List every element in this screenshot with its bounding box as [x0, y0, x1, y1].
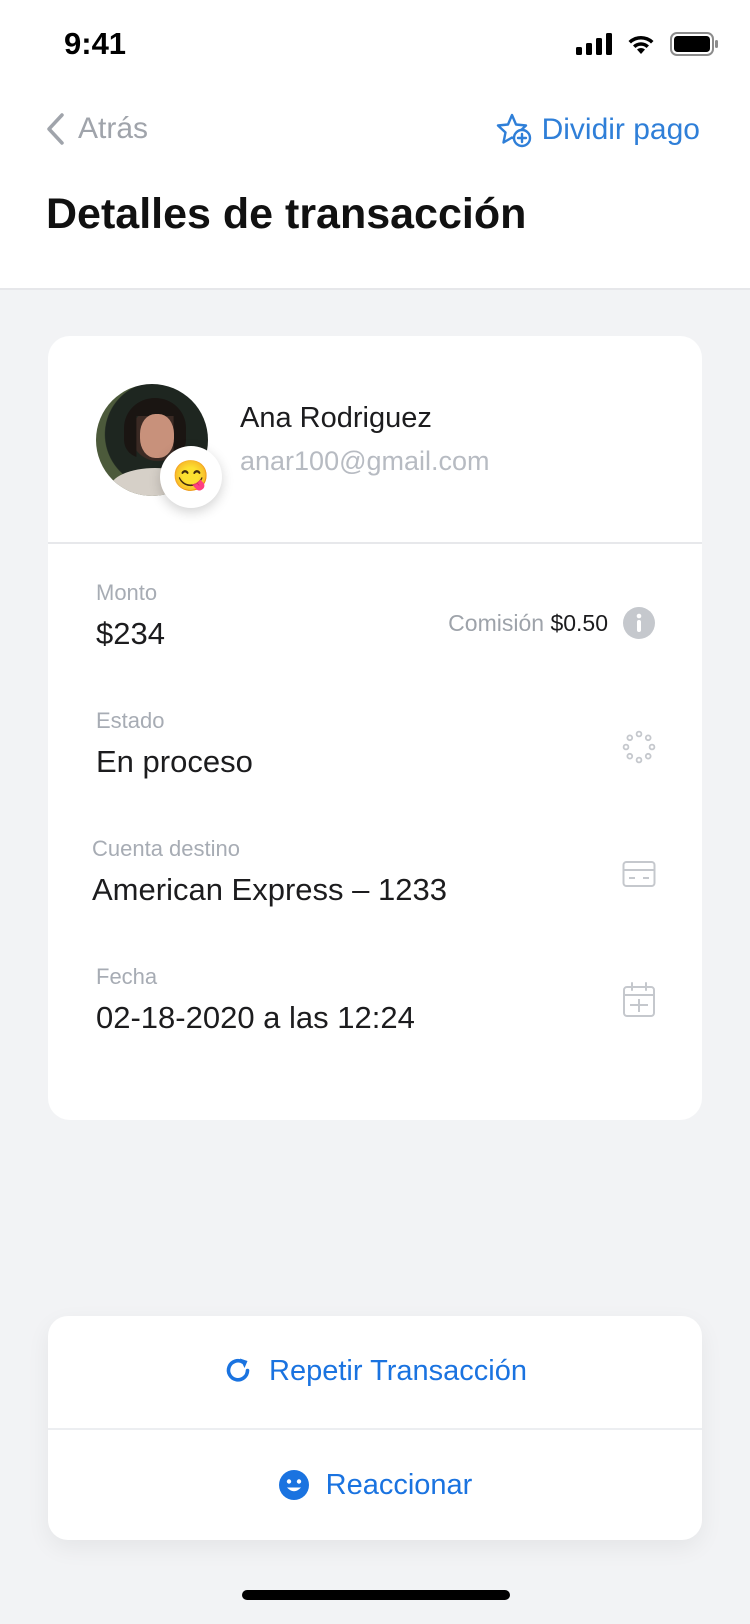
calendar-icon	[623, 982, 655, 1017]
transaction-card: 😋 Ana Rodriguez anar100@gmail.com Monto …	[48, 336, 702, 1120]
split-payment-button[interactable]: Dividir pago	[496, 112, 700, 148]
date-value: 02-18-2020 a las 12:24	[96, 1000, 415, 1035]
amount-label: Monto	[96, 580, 158, 605]
repeat-transaction-button[interactable]: Repetir Transacción	[48, 1316, 702, 1426]
back-label: Atrás	[78, 112, 149, 145]
contact-profile: 😋 Ana Rodriguez anar100@gmail.com	[48, 336, 702, 544]
date-row: Fecha 02-18-2020 a las 12:24	[48, 964, 702, 1074]
battery-icon	[670, 32, 718, 56]
back-button[interactable]: Atrás	[44, 112, 148, 146]
contact-name: Ana Rodriguez	[240, 402, 432, 434]
account-row: Cuenta destino American Express – 1233	[48, 836, 702, 946]
credit-card-icon	[622, 861, 656, 887]
account-value: American Express – 1233	[92, 872, 447, 907]
status-value: En proceso	[96, 744, 253, 779]
account-label: Cuenta destino	[92, 836, 240, 861]
status-time: 9:41	[64, 26, 127, 61]
contact-email: anar100@gmail.com	[240, 446, 490, 476]
amount-row: Monto $234 Comisión $0.50	[48, 580, 702, 690]
status-label: Estado	[96, 708, 165, 733]
status-row: Estado En proceso	[48, 708, 702, 818]
header: 9:41 Atrás Dividir pago Detalles de tran…	[0, 0, 750, 290]
page-title: Detalles de transacción	[46, 190, 527, 238]
fee-label: Comisión	[448, 610, 545, 636]
chevron-left-icon	[47, 113, 64, 145]
fee: Comisión $0.50	[448, 610, 608, 637]
react-button[interactable]: Reaccionar	[48, 1430, 702, 1540]
reaction-emoji: 😋	[172, 460, 210, 493]
signal-icon	[576, 33, 612, 55]
amount-value: $234	[96, 616, 165, 651]
star-plus-icon	[496, 113, 531, 148]
status-icons	[576, 32, 718, 56]
fee-value: $0.50	[550, 610, 608, 636]
split-payment-label: Dividir pago	[541, 113, 700, 146]
reaction-badge[interactable]: 😋	[160, 446, 222, 508]
actions-panel: Repetir Transacción Reaccionar	[48, 1316, 702, 1540]
wifi-icon	[628, 35, 654, 54]
loading-spinner-icon	[622, 730, 656, 764]
date-label: Fecha	[96, 964, 158, 989]
repeat-transaction-label: Repetir Transacción	[269, 1354, 527, 1387]
refresh-icon	[226, 1358, 250, 1382]
react-label: Reaccionar	[325, 1468, 473, 1501]
info-icon[interactable]	[622, 606, 656, 640]
smiley-icon	[278, 1470, 309, 1500]
home-indicator	[242, 1590, 510, 1600]
